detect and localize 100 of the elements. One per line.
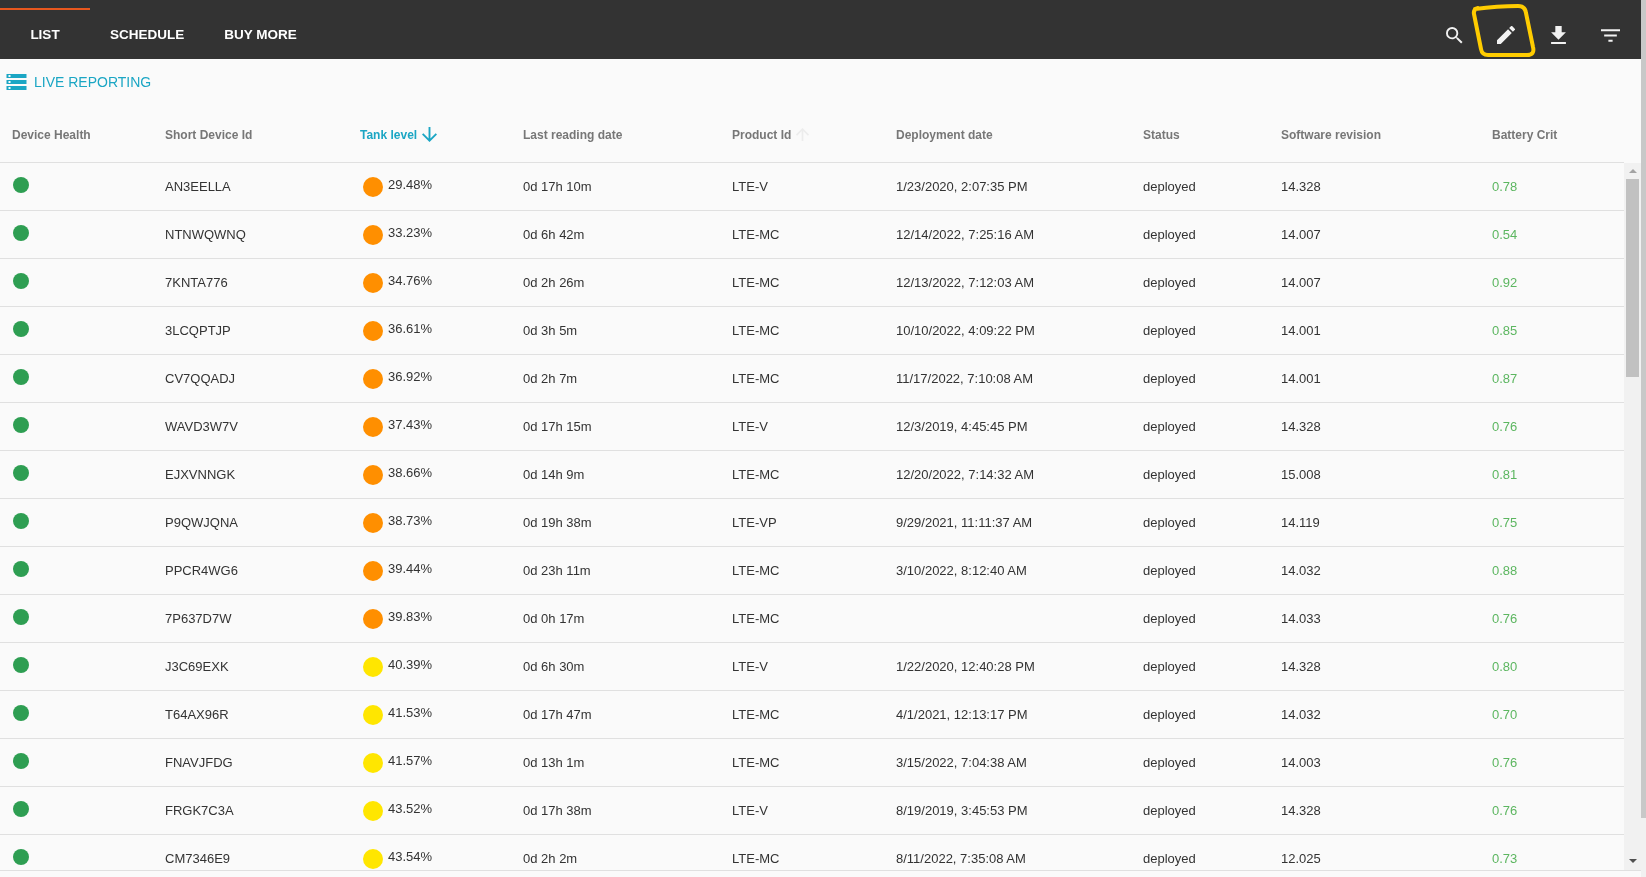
battery-value: 0.85	[1492, 323, 1518, 338]
device-id: EJXVNNGK	[165, 467, 236, 482]
device-id: PPCR4WG6	[165, 563, 238, 578]
column-header[interactable]: Short Device Id	[165, 127, 253, 142]
filter-icon	[1600, 28, 1620, 42]
pencil-icon	[1497, 26, 1515, 44]
deployment-date: 3/10/2022, 8:12:40 AM	[896, 563, 1027, 578]
deployment-date: 1/23/2020, 2:07:35 PM	[896, 179, 1028, 194]
reading-age: 0d 23h 11m	[523, 563, 591, 578]
reading-age: 0d 6h 42m	[523, 227, 585, 242]
battery-value: 0.92	[1492, 275, 1518, 290]
reading-age: 0d 13h 1m	[523, 755, 585, 770]
status-text: deployed	[1143, 371, 1196, 386]
product-id: LTE-V	[732, 803, 768, 818]
scrollbar-thumb[interactable]	[1626, 179, 1639, 377]
tank-level: 33.23%	[388, 225, 433, 240]
deployment-date: 12/13/2022, 7:12:03 AM	[896, 275, 1035, 290]
scrollbar[interactable]	[1624, 163, 1641, 870]
list-icon	[6, 74, 27, 90]
device-id: T64AX96R	[165, 707, 229, 722]
arrow-down-icon	[422, 127, 438, 142]
software-version: 14.007	[1281, 227, 1321, 242]
software-version: 14.001	[1281, 371, 1321, 386]
deployment-date: 3/15/2022, 7:04:38 AM	[896, 755, 1027, 770]
reading-age: 0d 19h 38m	[523, 515, 592, 530]
battery-value: 0.76	[1492, 755, 1518, 770]
tank-level: 39.83%	[388, 609, 433, 624]
column-header[interactable]: Tank level	[360, 127, 438, 142]
battery-value: 0.78	[1492, 179, 1518, 194]
battery-value: 0.54	[1492, 227, 1518, 242]
device-id: 7P637D7W	[165, 611, 232, 626]
column-header[interactable]: Product Id	[732, 127, 810, 142]
device-id: P9QWJQNA	[165, 515, 238, 530]
device-id: WAVD3W7V	[165, 419, 238, 434]
product-id: LTE-MC	[732, 371, 780, 386]
status-text: deployed	[1143, 323, 1196, 338]
reading-age: 0d 17h 47m	[523, 707, 592, 722]
battery-value: 0.87	[1492, 371, 1518, 386]
battery-value: 0.76	[1492, 611, 1518, 626]
reading-age: 0d 0h 17m	[523, 611, 585, 626]
tank-level: 34.76%	[388, 273, 433, 288]
product-id: LTE-MC	[732, 611, 780, 626]
product-id: LTE-MC	[732, 467, 780, 482]
download-icon	[1550, 26, 1566, 44]
device-id: 7KNTA776	[165, 275, 228, 290]
search-icon	[1445, 26, 1463, 44]
column-header[interactable]: Last reading date	[523, 127, 623, 142]
software-version: 12.025	[1281, 851, 1321, 866]
deployment-date: 12/14/2022, 7:25:16 AM	[896, 227, 1035, 242]
deployment-date: 10/10/2022, 4:09:22 PM	[896, 323, 1035, 338]
software-version: 14.032	[1281, 563, 1321, 578]
column-header[interactable]: Deployment date	[896, 127, 993, 142]
status-text: deployed	[1143, 851, 1196, 866]
column-header[interactable]: Status	[1143, 127, 1180, 142]
column-header[interactable]: Software revision	[1281, 127, 1382, 142]
tank-level: 41.57%	[388, 753, 433, 768]
reading-age: 0d 2h 26m	[523, 275, 585, 290]
device-id: CV7QQADJ	[165, 371, 236, 386]
software-version: 14.001	[1281, 323, 1321, 338]
battery-value: 0.76	[1492, 803, 1518, 818]
product-id: LTE-MC	[732, 851, 780, 866]
scroll-down-icon[interactable]	[1628, 859, 1637, 863]
device-id: AN3EELLA	[165, 179, 231, 194]
reading-age: 0d 17h 38m	[523, 803, 592, 818]
column-header[interactable]: Battery Crit	[1492, 127, 1558, 142]
tank-level: 43.54%	[388, 849, 433, 864]
device-id: FNAVJFDG	[165, 755, 233, 770]
reading-age: 0d 2h 7m	[523, 371, 578, 386]
software-version: 14.119	[1281, 515, 1320, 530]
tank-level: 41.53%	[388, 705, 433, 720]
tab[interactable]: LIST	[0, 8, 90, 59]
tank-level: 40.39%	[388, 657, 433, 672]
tab[interactable]: BUY MORE	[204, 8, 317, 59]
battery-value: 0.75	[1492, 515, 1518, 530]
deployment-date: 8/19/2019, 3:45:53 PM	[896, 803, 1028, 818]
tank-level: 37.43%	[388, 417, 433, 432]
status-text: deployed	[1143, 467, 1196, 482]
tank-level: 38.66%	[388, 465, 433, 480]
product-id: LTE-MC	[732, 275, 780, 290]
status-text: deployed	[1143, 515, 1196, 530]
status-text: deployed	[1143, 755, 1196, 770]
product-id: LTE-MC	[732, 227, 780, 242]
status-text: deployed	[1143, 419, 1196, 434]
battery-value: 0.73	[1492, 851, 1518, 866]
software-version: 14.032	[1281, 707, 1321, 722]
device-id: FRGK7C3A	[165, 803, 234, 818]
status-text: deployed	[1143, 707, 1196, 722]
battery-value: 0.81	[1492, 467, 1518, 482]
reading-age: 0d 2h 2m	[523, 851, 578, 866]
software-version: 14.328	[1281, 803, 1321, 818]
deployment-date: 12/20/2022, 7:14:32 AM	[896, 467, 1035, 482]
highlight-annotation	[1470, 3, 1538, 59]
deployment-date: 1/22/2020, 12:40:28 PM	[896, 659, 1035, 674]
deployment-date: 8/11/2022, 7:35:08 AM	[896, 851, 1026, 866]
deployment-date: 4/1/2021, 12:13:17 PM	[896, 707, 1028, 722]
deployment-date: 11/17/2022, 7:10:08 AM	[896, 371, 1034, 386]
tank-level: 39.44%	[388, 561, 433, 576]
tank-level: 36.61%	[388, 321, 433, 336]
column-header[interactable]: Device Health	[12, 127, 91, 142]
tab[interactable]: SCHEDULE	[90, 8, 205, 59]
